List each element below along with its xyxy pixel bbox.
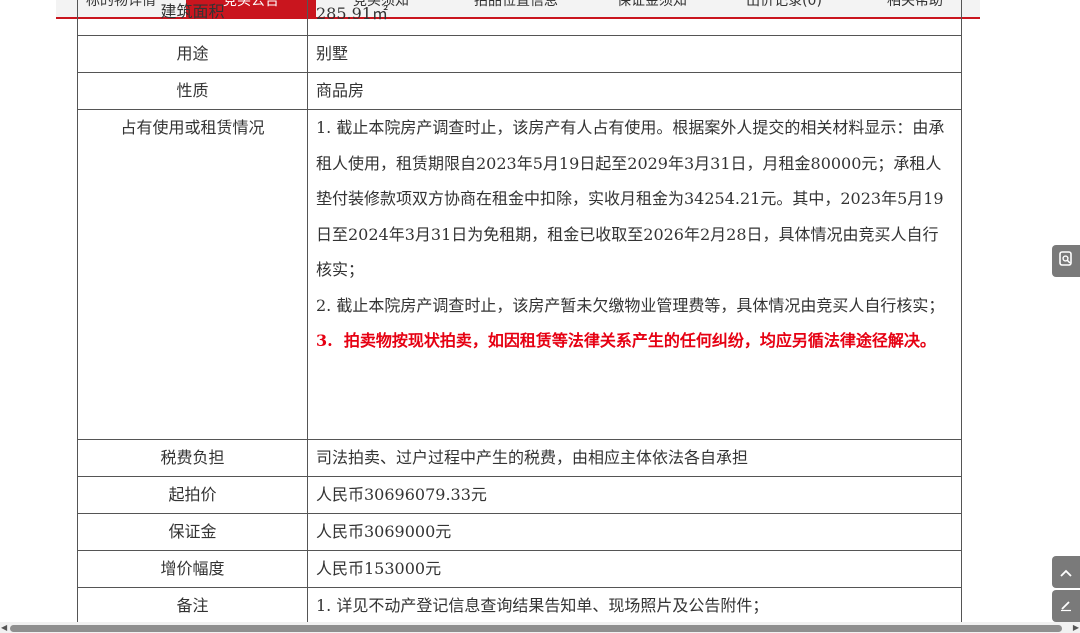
scroll-right-arrow-icon[interactable]: ▶ <box>1073 623 1079 632</box>
edit-icon <box>1059 597 1073 616</box>
row-value-usage: 别墅 <box>307 35 962 73</box>
row-key-nature: 性质 <box>77 72 308 110</box>
edit-button[interactable] <box>1052 590 1080 622</box>
feedback-button[interactable] <box>1052 245 1080 277</box>
table-row: 保证金 人民币3069000元 <box>77 513 962 551</box>
horizontal-scrollbar[interactable]: ◀ ▶ <box>0 622 1080 633</box>
scrollbar-thumb[interactable] <box>10 625 1062 632</box>
auction-info-table: 建筑面积 285.91㎡ 用途 别墅 性质 商品房 占有使用或租赁情况 1. 截… <box>77 0 962 625</box>
row-key-remarks: 备注 <box>77 587 308 625</box>
occupancy-item-3: 3. 拍卖物按现状拍卖，如因租赁等法律关系产生的任何纠纷，均应另循法律途径解决。 <box>316 331 936 350</box>
row-value-occupancy: 1. 截止本院房产调查时止，该房产有人占有使用。根据案外人提交的相关材料显示：由… <box>307 109 962 440</box>
table-row: 起拍价 人民币30696079.33元 <box>77 476 962 514</box>
row-key-increment: 增价幅度 <box>77 550 308 588</box>
row-value-nature: 商品房 <box>307 72 962 110</box>
row-value-increment: 人民币153000元 <box>307 550 962 588</box>
table-row: 税费负担 司法拍卖、过户过程中产生的税费，由相应主体依法各自承担 <box>77 439 962 477</box>
occupancy-item-1: 1. 截止本院房产调查时止，该房产有人占有使用。根据案外人提交的相关材料显示：由… <box>316 118 945 279</box>
row-key-occupancy: 占有使用或租赁情况 <box>77 109 308 440</box>
table-row: 占有使用或租赁情况 1. 截止本院房产调查时止，该房产有人占有使用。根据案外人提… <box>77 109 962 440</box>
back-to-top-icon <box>1059 563 1073 582</box>
row-key-area: 建筑面积 <box>77 0 308 36</box>
feedback-icon <box>1058 250 1074 272</box>
occupancy-item-3-text: 拍卖物按现状拍卖，如因租赁等法律关系产生的任何纠纷，均应另循法律途径解决。 <box>343 331 936 350</box>
back-to-top-button[interactable] <box>1052 556 1080 588</box>
row-value-deposit: 人民币3069000元 <box>307 513 962 551</box>
table-row: 备注 1. 详见不动产登记信息查询结果告知单、现场照片及公告附件； <box>77 587 962 625</box>
table-row: 增价幅度 人民币153000元 <box>77 550 962 588</box>
row-key-tax: 税费负担 <box>77 439 308 477</box>
row-key-deposit: 保证金 <box>77 513 308 551</box>
row-value-remarks: 1. 详见不动产登记信息查询结果告知单、现场照片及公告附件； <box>307 587 962 625</box>
row-key-starting-price: 起拍价 <box>77 476 308 514</box>
row-value-area: 285.91㎡ <box>307 0 962 36</box>
scroll-left-arrow-icon[interactable]: ◀ <box>1 623 7 632</box>
table-row: 建筑面积 285.91㎡ <box>77 0 962 36</box>
row-key-usage: 用途 <box>77 35 308 73</box>
row-value-starting-price: 人民币30696079.33元 <box>307 476 962 514</box>
table-row: 用途 别墅 <box>77 35 962 73</box>
table-row: 性质 商品房 <box>77 72 962 110</box>
row-value-tax: 司法拍卖、过户过程中产生的税费，由相应主体依法各自承担 <box>307 439 962 477</box>
occupancy-item-2: 2. 截止本院房产调查时止，该房产暂未欠缴物业管理费等，具体情况由竞买人自行核实… <box>316 295 945 315</box>
